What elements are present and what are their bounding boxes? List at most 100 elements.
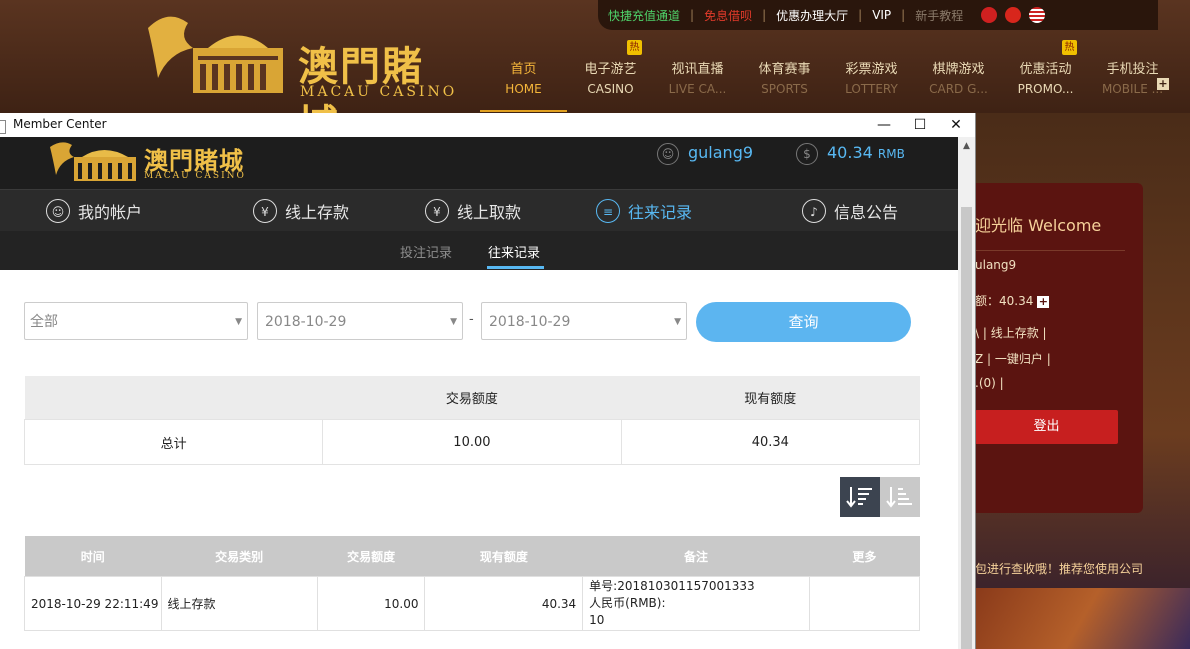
nav-announcements[interactable]: ♪ 信息公告: [802, 198, 898, 224]
query-button[interactable]: 查询: [696, 302, 911, 342]
nav-more-plus-icon[interactable]: +: [1157, 78, 1169, 90]
window-title: Member Center: [13, 117, 107, 131]
hk-flag-icon[interactable]: [981, 7, 998, 23]
nav-sublabel: HOME: [505, 82, 542, 96]
records-icon: ≡: [596, 199, 620, 223]
withdraw-icon: ¥: [425, 199, 449, 223]
tab-transaction-records[interactable]: 往来记录: [488, 242, 540, 261]
nav-sports[interactable]: 体育赛事 SPORTS: [741, 52, 828, 112]
scroll-up-arrow-icon[interactable]: ▲: [958, 141, 975, 153]
dropdown-arrow-icon: ▼: [235, 317, 242, 327]
nav-live-casino[interactable]: 视讯直播 LIVE CA...: [654, 52, 741, 112]
logout-button[interactable]: 登出: [975, 410, 1118, 444]
transaction-type-select[interactable]: 全部 ▼: [24, 302, 248, 340]
welcome-links-row1[interactable]: \ | 线上存款 |: [975, 324, 1047, 341]
user-icon: ☺: [46, 199, 70, 223]
nav-sublabel: LOTTERY: [845, 82, 898, 96]
logo-english-text: MACAU CASINO: [300, 84, 458, 100]
tutorial-link[interactable]: 新手教程: [905, 7, 973, 24]
maximize-button[interactable]: ☐: [910, 115, 930, 135]
welcome-title: 迎光临 Welcome: [975, 216, 1102, 235]
us-flag-icon[interactable]: [1029, 7, 1046, 23]
marquee-text: 包进行查收哦！推荐您使用公司: [975, 562, 1144, 576]
sub-tabs: 投注记录 往来记录: [0, 231, 958, 270]
nav-promotions[interactable]: 热 优惠活动 PROMO...: [1002, 40, 1089, 112]
dragon-casino-icon: [148, 16, 283, 93]
nav-online-deposit[interactable]: ¥ 线上存款: [253, 198, 349, 224]
start-date-select[interactable]: 2018-10-29 ▼: [257, 302, 463, 340]
summary-header-amount: 交易额度: [322, 376, 622, 420]
window-titlebar[interactable]: Member Center — ☐ ✕: [0, 113, 975, 138]
sort-descending-icon: [846, 487, 872, 508]
main-nav: 首页 HOME 热 电子游艺 CASINO 视讯直播 LIVE CA... 体育…: [480, 40, 1176, 112]
cell-time: 2018-10-29 22:11:49: [24, 576, 162, 631]
vertical-scrollbar[interactable]: ▲: [958, 137, 975, 649]
currency-label: RMB: [877, 147, 905, 161]
nav-label: 我的帐户: [78, 203, 143, 222]
balance-value: 40.34: [827, 143, 873, 162]
nav-lottery[interactable]: 彩票游戏 LOTTERY: [828, 52, 915, 112]
cell-note: 单号:201810301157001333 人民币(RMB): 10: [582, 576, 810, 631]
close-button[interactable]: ✕: [946, 115, 966, 135]
records-table: 时间 交易类别 交易额度 现有额度 备注 更多 2018-10-29 22:11…: [24, 536, 921, 631]
window-app-icon: [0, 120, 6, 134]
summary-row: 总计 10.00 40.34: [23, 419, 921, 465]
note-amount: 10: [589, 613, 605, 627]
nav-label: 电子游艺: [584, 62, 637, 77]
member-nav: ☺ 我的帐户 ¥ 线上存款 ¥ 线上取款 ≡ 往来记录 ♪ 信息公告: [0, 189, 958, 232]
col-type: 交易类别: [161, 536, 318, 577]
nav-sublabel: CARD G...: [929, 82, 988, 96]
nav-transaction-records[interactable]: ≡ 往来记录: [596, 198, 692, 224]
cn-flag-icon[interactable]: [1005, 7, 1022, 23]
end-date-select[interactable]: 2018-10-29 ▼: [481, 302, 687, 340]
select-value: 2018-10-29: [489, 314, 571, 330]
add-funds-plus-icon[interactable]: +: [1037, 296, 1050, 308]
site-header: 快捷充值通道 | 免息借呗 | 优惠办理大厅 | VIP | 新手教程 澳門賭城…: [0, 0, 1190, 148]
summary-header-balance: 现有额度: [621, 376, 920, 420]
col-amount: 交易额度: [317, 536, 425, 577]
nav-sublabel: LIVE CA...: [668, 82, 727, 96]
nav-online-withdraw[interactable]: ¥ 线上取款: [425, 198, 521, 224]
welcome-links-row2[interactable]: Z | 一键归户 |: [975, 350, 1051, 367]
top-links-bar: 快捷充值通道 | 免息借呗 | 优惠办理大厅 | VIP | 新手教程: [598, 0, 1158, 30]
username: gulang9: [688, 143, 754, 162]
dropdown-arrow-icon: ▼: [674, 317, 681, 327]
quick-recharge-link[interactable]: 快捷充值通道: [598, 7, 690, 24]
member-logo-english: MACAU CASINO: [144, 171, 246, 181]
col-balance: 现有额度: [424, 536, 583, 577]
dollar-icon: $: [796, 143, 818, 165]
member-logo: 澳門賭城 MACAU CASINO: [48, 139, 248, 184]
cell-more[interactable]: [808, 576, 921, 631]
dropdown-arrow-icon: ▼: [450, 317, 457, 327]
nav-sublabel: PROMO...: [1017, 82, 1074, 96]
welcome-links-row3[interactable]: .(0) |: [975, 376, 1004, 390]
sort-buttons: [840, 477, 920, 517]
minimize-button[interactable]: —: [874, 115, 894, 135]
bell-icon: ♪: [802, 199, 826, 223]
interest-free-loan-link[interactable]: 免息借呗: [694, 7, 762, 24]
cell-amount: 10.00: [316, 576, 426, 631]
welcome-divider: [975, 250, 1125, 251]
scroll-thumb[interactable]: [961, 207, 972, 649]
welcome-username: ulang9: [975, 258, 1017, 272]
summary-amount: 10.00: [322, 419, 622, 465]
vip-link[interactable]: VIP: [862, 8, 901, 22]
sort-descending-button[interactable]: [840, 477, 880, 517]
active-tab-indicator: [487, 266, 544, 269]
sort-ascending-button[interactable]: [880, 477, 920, 517]
tab-bet-records[interactable]: 投注记录: [400, 242, 452, 261]
select-value: 2018-10-29: [265, 314, 347, 330]
site-logo[interactable]: 澳門賭城 MACAU CASINO: [138, 8, 458, 148]
nav-card-games[interactable]: 棋牌游戏 CARD G...: [915, 52, 1002, 112]
member-header: 澳門賭城 MACAU CASINO ☺ gulang9 $ 40.34 RMB: [0, 137, 958, 189]
nav-my-account[interactable]: ☺ 我的帐户: [46, 198, 142, 224]
nav-label: 体育赛事: [758, 62, 811, 77]
nav-home[interactable]: 首页 HOME: [480, 52, 567, 112]
deposit-icon: ¥: [253, 199, 277, 223]
nav-casino[interactable]: 热 电子游艺 CASINO: [567, 40, 654, 112]
promo-hall-link[interactable]: 优惠办理大厅: [766, 7, 858, 24]
note-order-number: 单号:201810301157001333: [589, 579, 755, 593]
balance-display: 40.34 RMB: [827, 143, 905, 162]
promo-banner-image[interactable]: [975, 588, 1190, 649]
member-center-window: Member Center — ☐ ✕ 澳門賭城 MACAU CASINO ☺ …: [0, 113, 976, 649]
